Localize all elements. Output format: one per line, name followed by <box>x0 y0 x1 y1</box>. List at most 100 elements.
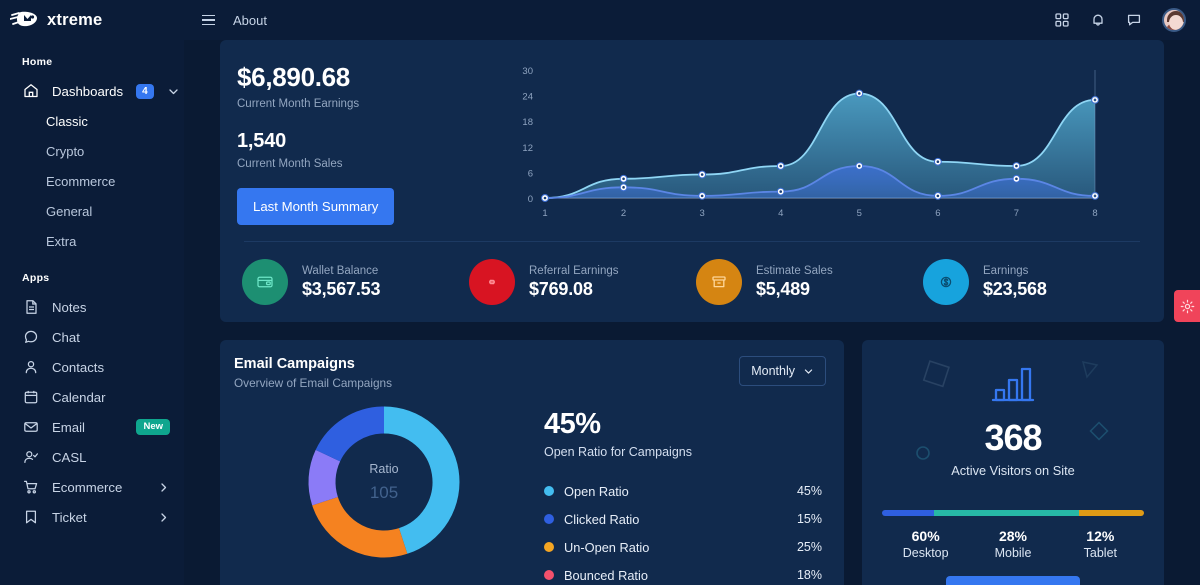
donut-chart-column: Ratio 105 <box>234 400 534 585</box>
settings-tab-button[interactable] <box>1174 290 1200 322</box>
period-select[interactable]: Monthly <box>739 356 826 386</box>
ratio-column: 45% Open Ratio for Campaigns Open Ratio … <box>534 400 826 585</box>
grid-apps-icon[interactable] <box>1054 12 1070 28</box>
sidebar-subitem-extra[interactable]: Extra <box>0 226 184 256</box>
sidebar-item-label: CASL <box>52 449 87 465</box>
device-pct: 28% <box>998 528 1027 544</box>
sidebar-item-calendar[interactable]: Calendar <box>0 382 184 412</box>
stat-estimate-sales[interactable]: Estimate Sales $5,489 <box>692 259 919 305</box>
active-visitors-count: 368 <box>984 417 1042 458</box>
chevron-down-icon[interactable] <box>167 85 180 98</box>
email-card-body: Ratio 105 45% Open Ratio for Campaigns O… <box>234 400 826 585</box>
svg-text:0: 0 <box>528 194 533 205</box>
bottom-row: Email Campaigns Overview of Email Campai… <box>220 340 1164 585</box>
area-chart-svg: 06121824301 2 3 4 5 6 7 8 <box>522 66 1099 219</box>
chevron-right-icon[interactable] <box>157 481 170 494</box>
email-campaigns-card: Email Campaigns Overview of Email Campai… <box>220 340 844 585</box>
bell-notification-icon[interactable] <box>1090 12 1106 28</box>
sidebar-item-label: Email <box>52 419 85 435</box>
topnav-about-link[interactable]: About <box>233 13 267 28</box>
stat-text: Referral Earnings $769.08 <box>529 265 618 300</box>
sidebar-item-label: Contacts <box>52 359 105 375</box>
brand-name: xtreme <box>47 10 103 29</box>
chat-bubble-icon[interactable] <box>1126 12 1142 28</box>
legend-item: Un-Open Ratio 25% <box>544 533 826 561</box>
sidebar-subitem-general[interactable]: General <box>0 196 184 226</box>
svg-text:12: 12 <box>522 143 533 154</box>
legend-value: 45% <box>796 484 822 498</box>
hamburger-icon[interactable] <box>202 14 215 26</box>
sidebar-item-label: Notes <box>52 299 87 315</box>
legend-label: Bounced Ratio <box>564 567 648 583</box>
brand[interactable]: xtreme <box>0 0 184 40</box>
last-month-summary-button[interactable]: Last Month Summary <box>237 188 395 225</box>
device-label: Mobile <box>994 546 1032 560</box>
email-card-subtitle: Overview of Email Campaigns <box>234 376 393 390</box>
sidebar-item-label: Chat <box>52 329 80 345</box>
device-bar-segment-tablet <box>1078 510 1144 516</box>
device-stats: 60% Desktop 28% Mobile 12% Tablet <box>882 528 1144 560</box>
stat-value: $23,568 <box>983 278 1047 299</box>
dashboard-root: xtreme Home Dashboards 4 Classic Crypto … <box>0 0 1200 585</box>
email-donut-chart: Ratio 105 <box>304 402 464 562</box>
device-stat-mobile: 28% Mobile <box>969 528 1056 560</box>
legend-value: 15% <box>796 512 822 526</box>
bookmark-icon <box>22 509 39 526</box>
stat-earnings[interactable]: Earnings $23,568 <box>919 259 1146 305</box>
legend-value: 25% <box>796 540 822 554</box>
active-visitors-card: 368 Active Visitors on Site 60% Desktop <box>862 340 1164 585</box>
sidebar-subitem-crypto[interactable]: Crypto <box>0 136 184 166</box>
user-avatar[interactable] <box>1162 8 1186 32</box>
sidebar-item-email[interactable]: Email New <box>0 412 184 442</box>
earnings-area-chart: 0 6 12 18 24 30 1 2 3 4 5 6 7 8 <box>505 56 1140 241</box>
svg-text:18: 18 <box>522 117 533 128</box>
decor-diamond-icon <box>1086 418 1112 449</box>
device-pct: 12% <box>1086 528 1115 544</box>
main-area: About $6,890.68 Current Month Earnings 1… <box>184 0 1200 585</box>
calendar-icon <box>22 389 39 406</box>
device-label: Desktop <box>902 546 949 560</box>
note-document-icon <box>22 299 39 316</box>
device-stat-tablet: 12% Tablet <box>1057 528 1144 560</box>
stat-label: Wallet Balance <box>302 264 379 277</box>
legend-dot <box>544 514 554 524</box>
chevron-right-icon[interactable] <box>157 511 170 524</box>
decor-circle-icon <box>914 444 932 467</box>
device-bar-segment-mobile <box>934 510 1079 516</box>
sidebar: xtreme Home Dashboards 4 Classic Crypto … <box>0 0 184 585</box>
view-more-details-button[interactable]: View More Details <box>945 576 1081 585</box>
legend-item: Clicked Ratio 15% <box>544 505 826 533</box>
legend-item: Bounced Ratio 18% <box>544 561 826 585</box>
chevron-down-icon <box>803 366 814 377</box>
sidebar-item-ecommerce[interactable]: Ecommerce <box>0 472 184 502</box>
sidebar-item-dashboards[interactable]: Dashboards 4 <box>0 76 184 106</box>
legend-dot <box>544 542 554 552</box>
sidebar-subitem-ecommerce[interactable]: Ecommerce <box>0 166 184 196</box>
sidebar-item-ticket[interactable]: Ticket <box>0 502 184 532</box>
email-card-title: Email Campaigns <box>234 356 355 372</box>
open-ratio-headline: 45% <box>544 408 601 440</box>
donut-center-text: Ratio 105 <box>304 402 464 562</box>
active-visitors-caption: Active Visitors on Site <box>951 463 1075 478</box>
sidebar-item-casl[interactable]: CASL <box>0 442 184 472</box>
donut-center-value: 105 <box>369 482 399 502</box>
stat-text: Estimate Sales $5,489 <box>756 265 833 300</box>
legend-label: Open Ratio <box>564 483 629 499</box>
current-month-earnings-label: Current Month Earnings <box>237 98 360 110</box>
stat-wallet-balance[interactable]: Wallet Balance $3,567.53 <box>238 259 465 305</box>
stat-referral-earnings[interactable]: Referral Earnings $769.08 <box>465 259 692 305</box>
sidebar-item-chat[interactable]: Chat <box>0 322 184 352</box>
topbar-icons <box>1054 8 1186 32</box>
envelope-icon <box>22 419 39 436</box>
sidebar-subitem-classic[interactable]: Classic <box>0 106 184 136</box>
rocket-logo-icon <box>9 9 40 31</box>
sidebar-item-contacts[interactable]: Contacts <box>0 352 184 382</box>
device-label: Tablet <box>1083 546 1117 560</box>
sidebar-section-apps: Apps <box>22 272 50 284</box>
stat-row: Wallet Balance $3,567.53 Referral Earnin… <box>220 242 1164 322</box>
email-new-badge: New <box>136 419 170 435</box>
legend-label: Clicked Ratio <box>564 511 640 527</box>
svg-text:24: 24 <box>522 92 533 103</box>
svg-text:1: 1 <box>542 208 547 219</box>
sidebar-item-notes[interactable]: Notes <box>0 292 184 322</box>
